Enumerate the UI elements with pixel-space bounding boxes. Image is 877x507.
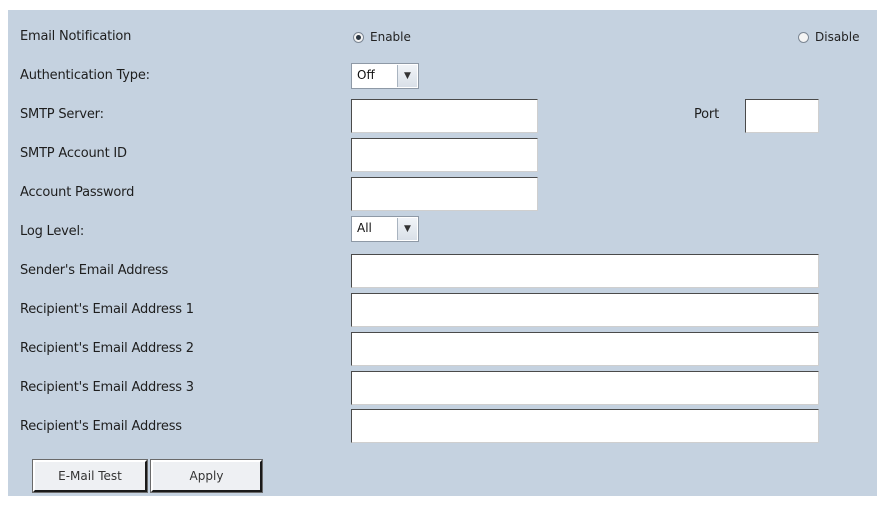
account-password-input[interactable] <box>351 177 538 211</box>
recipient-email-4-input[interactable] <box>351 409 819 443</box>
log-level-select[interactable]: All ▼ <box>351 216 419 242</box>
recipient-email-1-label: Recipient's Email Address 1 <box>20 302 194 317</box>
email-settings-panel: Email Notification Authentication Type: … <box>8 10 877 496</box>
sender-email-label: Sender's Email Address <box>20 263 169 278</box>
account-password-label: Account Password <box>20 185 135 200</box>
smtp-server-label: SMTP Server: <box>20 107 104 122</box>
sender-email-input[interactable] <box>351 254 819 288</box>
chevron-down-icon: ▼ <box>397 218 417 240</box>
log-level-label: Log Level: <box>20 224 85 239</box>
chevron-down-icon: ▼ <box>397 65 417 87</box>
log-level-value: All <box>357 221 372 235</box>
port-label: Port <box>694 107 719 122</box>
smtp-account-id-input[interactable] <box>351 138 538 172</box>
recipient-email-3-input[interactable] <box>351 371 819 405</box>
smtp-account-id-label: SMTP Account ID <box>20 146 127 161</box>
port-input[interactable] <box>745 99 819 133</box>
recipient-email-2-label: Recipient's Email Address 2 <box>20 341 194 356</box>
authentication-type-value: Off <box>357 68 375 82</box>
smtp-server-input[interactable] <box>351 99 538 133</box>
recipient-email-4-label: Recipient's Email Address <box>20 419 182 434</box>
email-test-button[interactable]: E-Mail Test <box>32 459 148 493</box>
recipient-email-1-input[interactable] <box>351 293 819 327</box>
notification-disable-label: Disable <box>815 30 860 44</box>
notification-enable-radio[interactable] <box>353 32 364 43</box>
authentication-type-label: Authentication Type: <box>20 68 150 83</box>
recipient-email-2-input[interactable] <box>351 332 819 366</box>
email-notification-label: Email Notification <box>20 29 132 44</box>
apply-button[interactable]: Apply <box>150 459 263 493</box>
notification-disable-radio[interactable] <box>798 32 809 43</box>
recipient-email-3-label: Recipient's Email Address 3 <box>20 380 194 395</box>
notification-enable-label: Enable <box>370 30 411 44</box>
authentication-type-select[interactable]: Off ▼ <box>351 63 419 89</box>
